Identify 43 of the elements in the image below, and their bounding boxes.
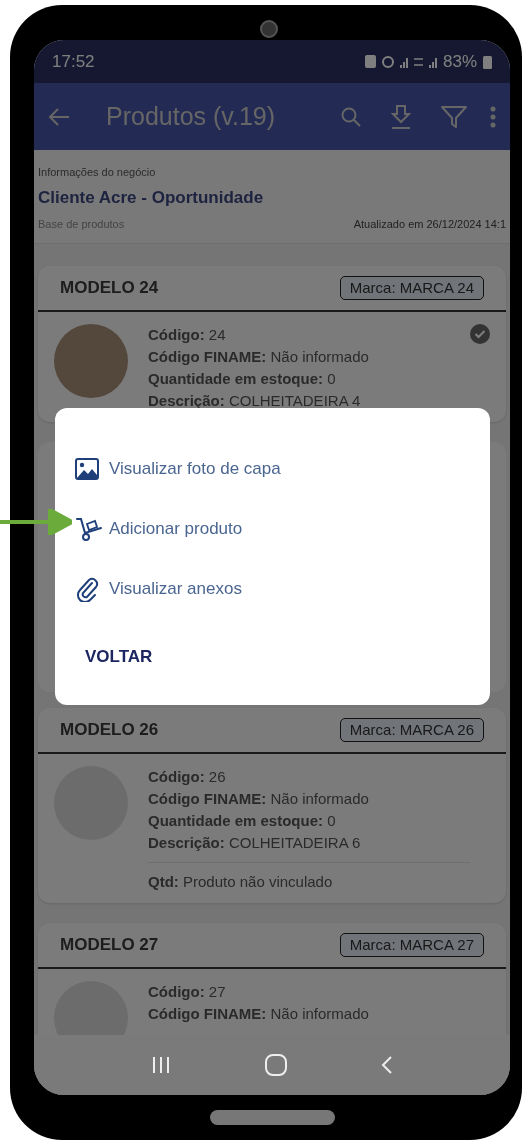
alarm-icon — [381, 55, 394, 68]
product-card[interactable]: MODELO 27 Marca: MARCA 27 Código: 27 Código FINAME: Não informado — [38, 922, 506, 1035]
updated-date: Atualizado em 26/12/2024 14:1 — [353, 217, 506, 232]
model-title: MODELO 24 — [60, 276, 159, 299]
more-icon[interactable] — [490, 105, 496, 128]
image-icon — [75, 458, 99, 480]
signal-icon — [399, 55, 408, 68]
signal-icon — [428, 55, 437, 68]
client-name: Cliente Acre - Oportunidade — [38, 186, 265, 209]
product-field: Descrição: COLHEITADEIRA 4 — [148, 389, 470, 412]
brand-tag: Marca: MARCA 26 — [339, 717, 484, 742]
brand-tag: Marca: MARCA 27 — [339, 932, 484, 957]
camera-icon — [260, 20, 278, 38]
download-icon[interactable] — [390, 103, 412, 130]
product-field: Código FINAME: Não informado — [148, 787, 470, 810]
product-card[interactable]: MODELO 26 Marca: MARCA 26 Código: 26 Código FINAME: Não informado Quantidade em estoque: 0 Descrição: COLHEITADEIRA 6 Qtd: Produto não vinculado — [38, 707, 506, 903]
status-time: 17:52 — [52, 50, 95, 73]
home-icon[interactable] — [265, 1054, 287, 1076]
search-icon[interactable] — [340, 105, 362, 128]
product-field: Código: 27 — [148, 980, 470, 1003]
hand-truck-icon — [75, 516, 103, 542]
brand-tag: Marca: MARCA 24 — [339, 275, 484, 300]
product-field: Código FINAME: Não informado — [148, 345, 470, 368]
battery-icon — [483, 54, 492, 69]
product-field: Quantidade em estoque: 0 — [148, 367, 470, 390]
product-field: Código: 26 — [148, 765, 470, 788]
product-field: Código FINAME: Não informado — [148, 1002, 470, 1025]
product-card[interactable]: MODELO 24 Marca: MARCA 24 Código: 24 Código FINAME: Não informado Quantidade em estoque: 0 Descrição: COLHEITADEIRA 4 — [38, 265, 506, 422]
paperclip-icon — [75, 576, 99, 602]
recent-apps-icon[interactable] — [151, 1056, 171, 1074]
product-field: Código: 24 — [148, 323, 470, 346]
product-field: Descrição: COLHEITADEIRA 6 — [148, 831, 470, 854]
section-label: Informações do negócio — [38, 165, 157, 180]
back-arrow-icon[interactable] — [48, 106, 70, 127]
app-title: Produtos (v.19) — [106, 100, 276, 132]
model-title: MODELO 26 — [60, 718, 159, 741]
back-button[interactable]: VOLTAR — [75, 640, 163, 674]
quantity-field: Qtd: Produto não vinculado — [148, 870, 470, 893]
battery-percent: 83% — [442, 50, 477, 73]
back-icon[interactable] — [381, 1055, 393, 1075]
model-title: MODELO 27 — [60, 933, 159, 956]
product-field: Quantidade em estoque: 0 — [148, 809, 470, 832]
filter-icon[interactable] — [440, 103, 468, 130]
